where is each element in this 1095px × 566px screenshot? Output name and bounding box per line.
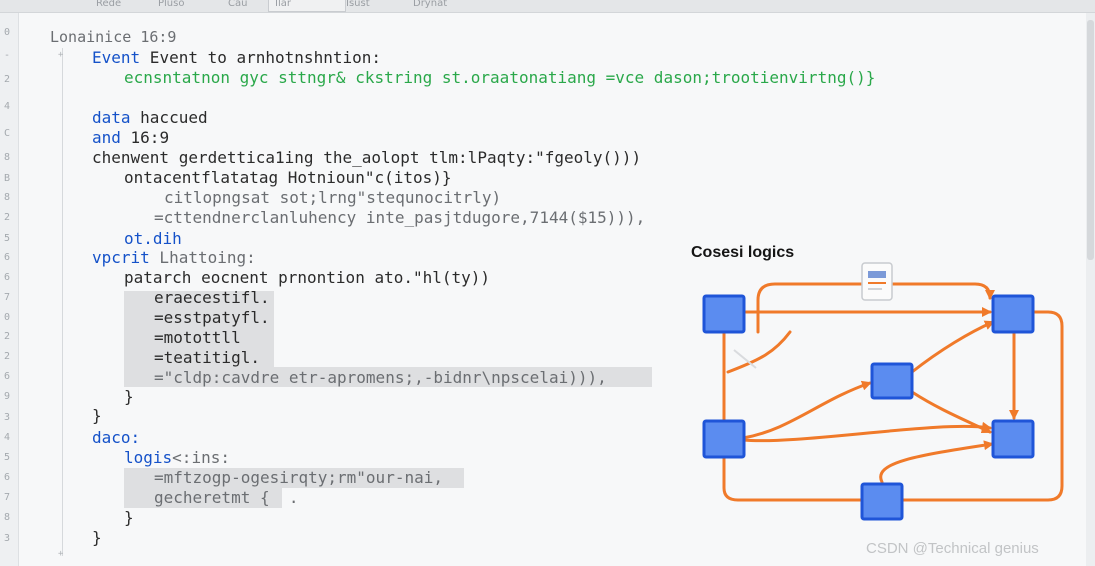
document-node-icon xyxy=(861,262,893,301)
diagram-node xyxy=(870,362,914,400)
diagram-node xyxy=(991,294,1035,334)
diagram-edge xyxy=(879,440,994,484)
diagram-edge xyxy=(910,320,995,374)
diagram-edge xyxy=(741,380,872,440)
diagram-node xyxy=(702,294,746,334)
watermark: CSDN @Technical genius xyxy=(866,540,1039,557)
diagram-edge xyxy=(741,421,992,443)
diagram-edge xyxy=(901,310,1064,502)
diagram-node xyxy=(702,419,746,459)
diagram-edge xyxy=(722,454,864,502)
diagram-node xyxy=(991,419,1035,459)
diagram-edge xyxy=(891,282,995,300)
diagram-edge xyxy=(756,282,864,334)
diagram-node xyxy=(860,482,904,521)
logic-diagram xyxy=(702,262,1064,521)
